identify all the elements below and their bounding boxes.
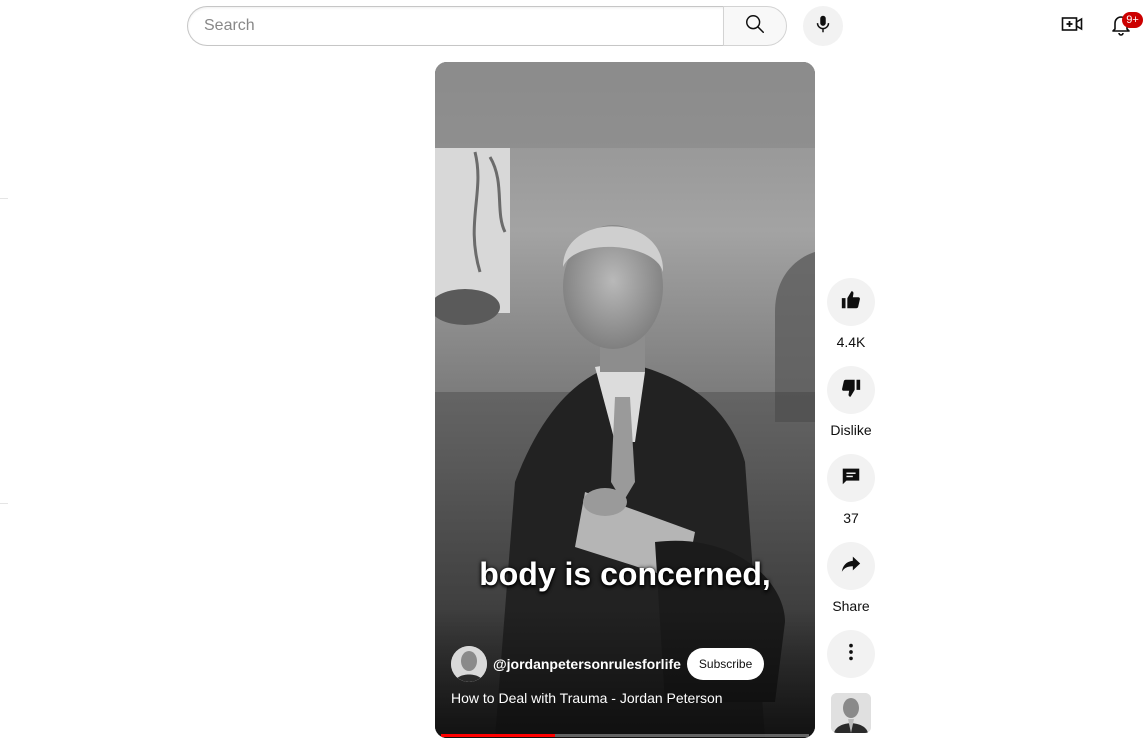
like-action: 4.4K xyxy=(827,278,875,350)
create-button[interactable] xyxy=(1052,6,1092,46)
like-button[interactable] xyxy=(827,278,875,326)
share-label: Share xyxy=(832,598,870,614)
search-box[interactable] xyxy=(187,6,724,46)
sidebar-divider xyxy=(0,198,8,199)
microphone-icon xyxy=(812,13,834,40)
comment-icon xyxy=(840,465,862,492)
channel-avatar[interactable] xyxy=(451,646,487,682)
share-button[interactable] xyxy=(827,542,875,590)
channel-handle[interactable]: @jordanpetersonrulesforlife xyxy=(493,656,681,672)
share-arrow-icon xyxy=(840,553,862,580)
share-action: Share xyxy=(827,542,875,614)
comments-action: 37 xyxy=(827,454,875,526)
subscribe-button[interactable]: Subscribe xyxy=(686,648,765,680)
more-vertical-icon xyxy=(840,641,862,668)
video-caption: body is concerned, xyxy=(479,556,771,592)
thumbs-up-icon xyxy=(840,289,862,316)
more-options-button[interactable] xyxy=(827,630,875,678)
comment-count: 37 xyxy=(843,510,859,526)
sound-thumbnail[interactable] xyxy=(831,693,871,733)
progress-bar[interactable] xyxy=(441,734,809,737)
dislike-action: Dislike xyxy=(827,366,875,438)
like-count: 4.4K xyxy=(836,334,866,350)
dislike-button[interactable] xyxy=(827,366,875,414)
comments-button[interactable] xyxy=(827,454,875,502)
search-icon xyxy=(744,13,766,40)
thumbs-down-icon xyxy=(840,377,862,404)
notification-count-badge: 9+ xyxy=(1122,12,1143,28)
channel-row: @jordanpetersonrulesforlife Subscribe xyxy=(451,646,765,682)
more-action xyxy=(827,630,875,678)
search-input[interactable] xyxy=(188,7,724,45)
sidebar-divider xyxy=(0,503,8,504)
shorts-video-player[interactable]: body is concerned, @jordanpetersonrulesf… xyxy=(435,62,815,738)
video-plus-icon xyxy=(1060,12,1084,41)
progress-bar-fill xyxy=(441,734,556,737)
video-title[interactable]: How to Deal with Trauma - Jordan Peterso… xyxy=(451,690,723,706)
dislike-label: Dislike xyxy=(830,422,872,438)
voice-search-button[interactable] xyxy=(803,6,843,46)
search-button[interactable] xyxy=(723,6,787,46)
